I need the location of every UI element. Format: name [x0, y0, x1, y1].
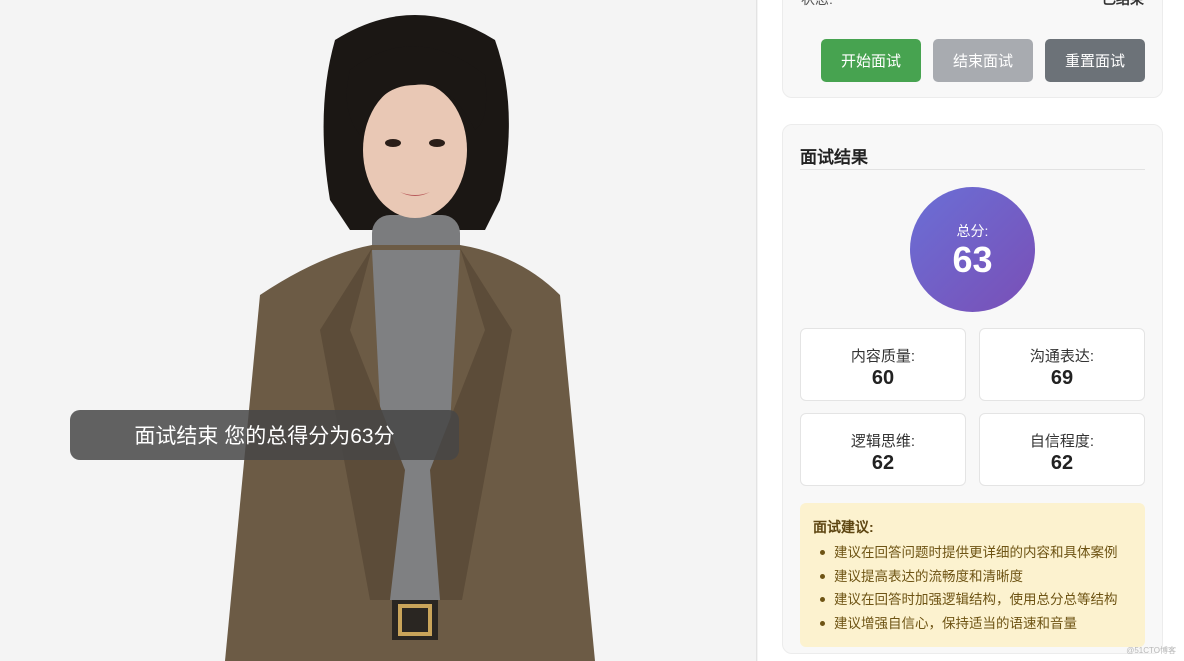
total-score-circle: 总分: 63: [910, 187, 1035, 312]
status-row: 状态: 已结束: [801, 0, 1144, 11]
metric-label: 沟通表达:: [1029, 348, 1095, 365]
advice-title: 面试建议:: [813, 519, 874, 535]
status-value: 已结束: [1102, 0, 1144, 9]
advice-item: 建议增强自信心，保持适当的语速和音量: [820, 612, 1118, 636]
metric-label: 自信程度:: [1029, 433, 1095, 450]
result-title: 面试结果: [800, 148, 868, 167]
metric-communication: 沟通表达: 69: [979, 328, 1145, 401]
avatar-stage: 面试结束 您的总得分为63分: [0, 0, 757, 661]
metric-logic: 逻辑思维: 62: [800, 413, 966, 486]
total-score-label: 总分:: [956, 223, 989, 239]
advice-box: 面试建议: 建议在回答问题时提供更详细的内容和具体案例 建议提高表达的流畅度和清…: [800, 503, 1145, 647]
subtitle-caption: 面试结束 您的总得分为63分: [70, 410, 459, 460]
metric-value: 62: [1050, 452, 1074, 474]
reset-interview-button[interactable]: 重置面试: [1045, 39, 1145, 82]
metric-value: 60: [871, 367, 895, 389]
status-label: 状态:: [801, 0, 833, 9]
side-panel: 状态: 已结束 开始面试 结束面试 重置面试 面试结果 总分: 63 内容质量:…: [758, 0, 1184, 661]
digital-human-avatar: [225, 15, 595, 661]
metric-label: 逻辑思维:: [850, 433, 916, 450]
divider: [800, 169, 1145, 170]
start-interview-button[interactable]: 开始面试: [821, 39, 921, 82]
metric-confidence: 自信程度: 62: [979, 413, 1145, 486]
watermark: @51CTO博客: [1126, 646, 1176, 655]
advice-item: 建议提高表达的流畅度和清晰度: [820, 565, 1118, 589]
metric-content-quality: 内容质量: 60: [800, 328, 966, 401]
advice-item: 建议在回答问题时提供更详细的内容和具体案例: [820, 541, 1118, 565]
result-card: 面试结果 总分: 63 内容质量: 60 沟通表达: 69 逻辑思维: 62 自…: [782, 124, 1163, 654]
metric-value: 69: [1050, 367, 1074, 389]
end-interview-button[interactable]: 结束面试: [933, 39, 1033, 82]
advice-item: 建议在回答时加强逻辑结构，使用总分总等结构: [820, 588, 1118, 612]
metric-value: 62: [871, 452, 895, 474]
total-score-value: 63: [952, 239, 993, 280]
metric-label: 内容质量:: [850, 348, 916, 365]
control-card: 状态: 已结束 开始面试 结束面试 重置面试: [782, 0, 1163, 98]
advice-list: 建议在回答问题时提供更详细的内容和具体案例 建议提高表达的流畅度和清晰度 建议在…: [820, 541, 1118, 635]
